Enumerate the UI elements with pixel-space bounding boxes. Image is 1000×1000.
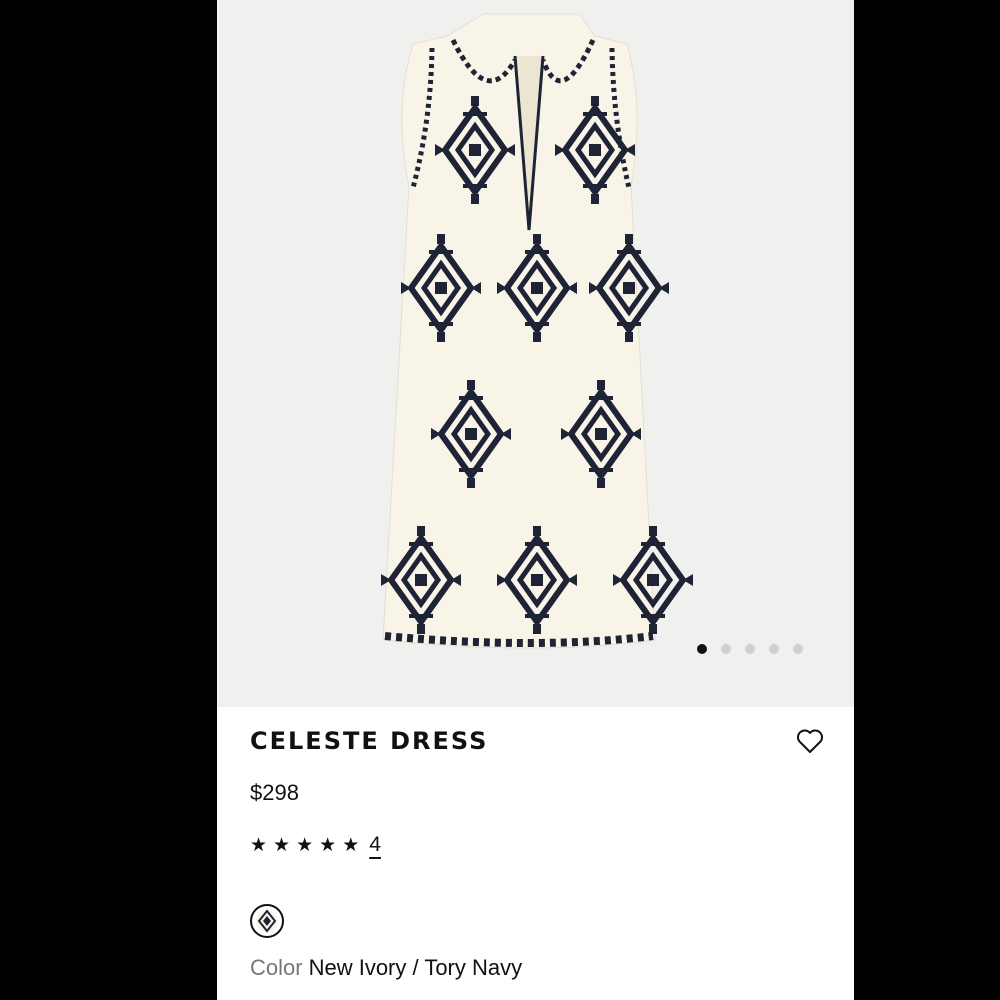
color-swatch-new-ivory-tory-navy[interactable] [250,904,284,938]
heart-outline-icon [797,729,823,753]
star-icon: ★ [273,834,291,856]
wishlist-button[interactable] [795,727,825,755]
product-info: CELESTE DRESS $298 ★ ★ ★ ★ ★ 4 Color New Ivor… [217,707,854,1000]
star-icon: ★ [342,834,360,856]
color-selection: Color New Ivory / Tory Navy [250,955,522,981]
color-label: Color [250,955,303,980]
gallery-pagination [697,644,803,654]
product-title: CELESTE DRESS [250,727,489,755]
color-value: New Ivory / Tory Navy [308,955,523,980]
star-icon: ★ [319,834,337,856]
star-icon: ★ [296,834,314,856]
rating-row[interactable]: ★ ★ ★ ★ ★ 4 [250,833,381,857]
product-detail-screen: CELESTE DRESS $298 ★ ★ ★ ★ ★ 4 Color New Ivor… [217,0,854,1000]
gallery-dot[interactable] [745,644,755,654]
gallery-dot[interactable] [697,644,707,654]
product-image-gallery[interactable] [217,0,854,707]
product-price: $298 [250,780,299,805]
review-count-link[interactable]: 4 [369,833,381,857]
pattern-swatch-icon [256,909,278,933]
gallery-dot[interactable] [793,644,803,654]
gallery-dot[interactable] [769,644,779,654]
star-icon: ★ [250,834,268,856]
product-image [217,13,854,649]
star-rating: ★ ★ ★ ★ ★ [250,836,359,855]
gallery-dot[interactable] [721,644,731,654]
